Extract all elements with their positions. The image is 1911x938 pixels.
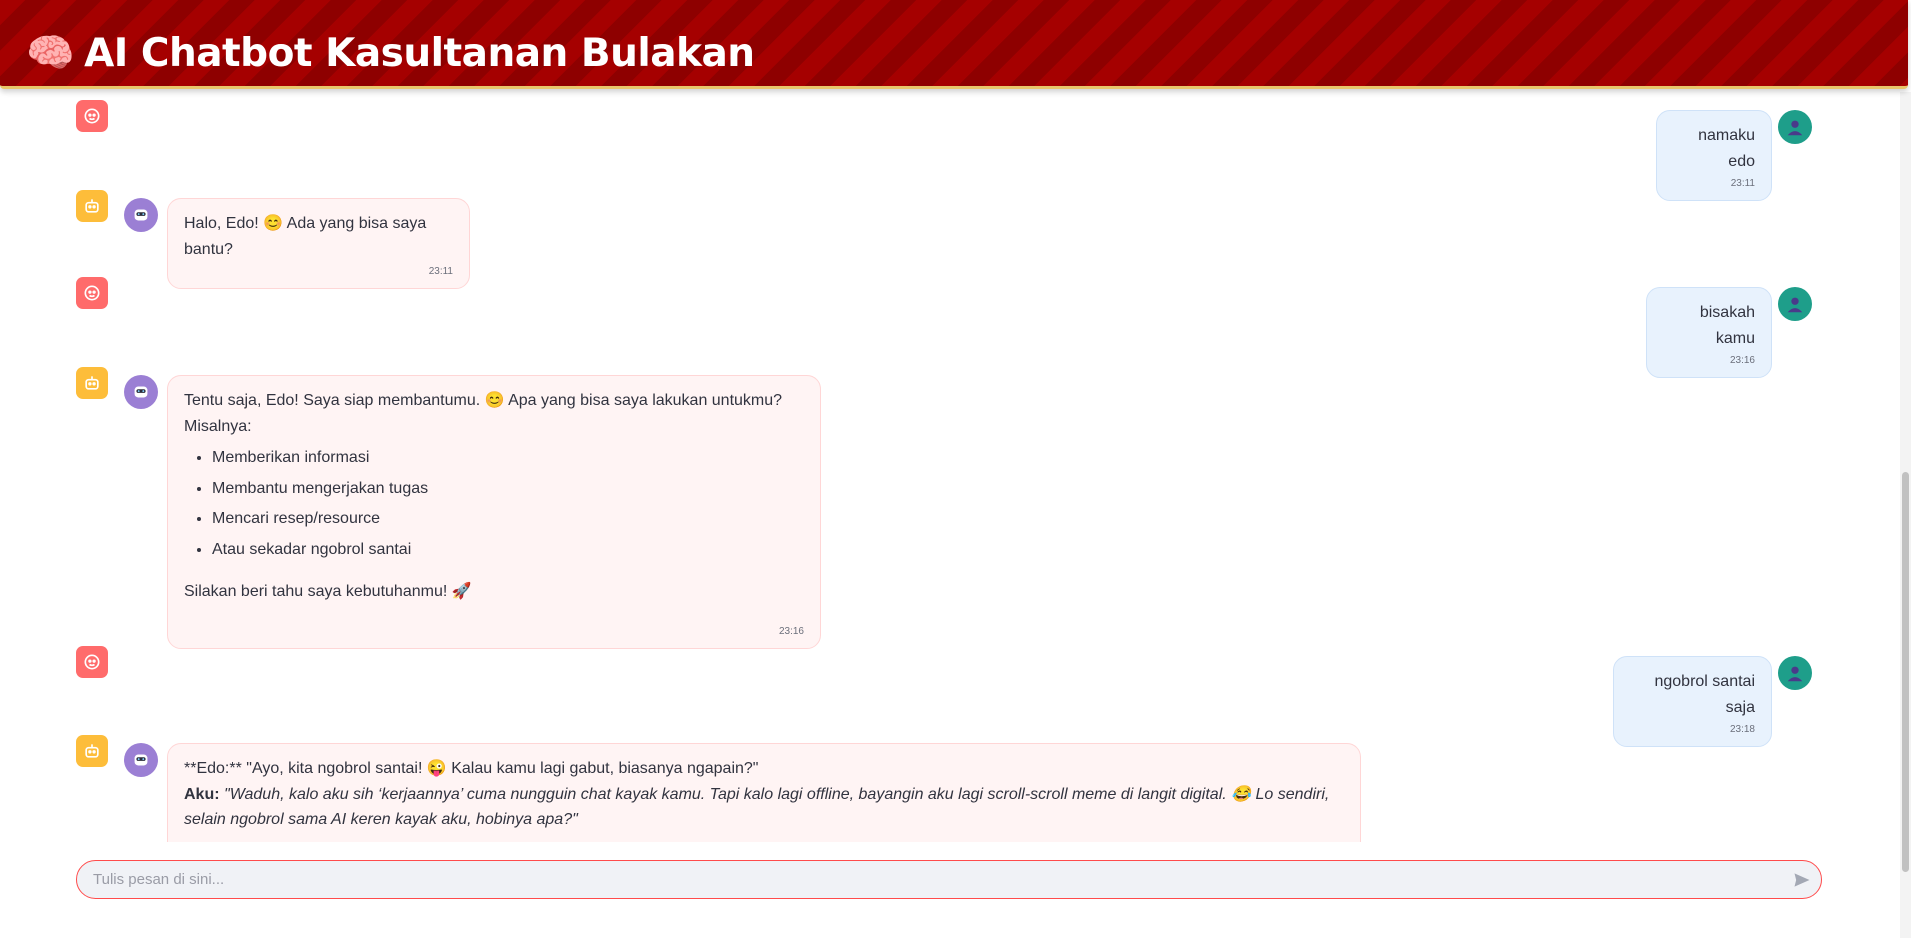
list-item: Atau sekadar ngobrol santai (212, 537, 804, 563)
message-time: 23:11 (428, 266, 453, 278)
assistant-role-icon (76, 367, 108, 399)
assistant-avatar (124, 375, 158, 409)
user-avatar (1778, 110, 1812, 144)
user-avatar (1778, 656, 1812, 690)
chat-history[interactable]: namaku edo 23:11 Halo, Edo! 😊 Ada yang b… (0, 92, 1900, 842)
scrollbar-thumb[interactable] (1902, 472, 1909, 872)
user-message: namaku edo 23:11 (1656, 110, 1772, 202)
assistant-message: Tentu saja, Edo! Saya siap membantumu. 😊… (167, 375, 821, 650)
assistant-message: Halo, Edo! 😊 Ada yang bisa saya bantu? 2… (167, 198, 470, 290)
assistant-avatar (124, 743, 158, 777)
user-role-icon (76, 646, 108, 678)
speaker-text: "Waduh, kalo aku sih ‘kerjaannya’ cuma n… (184, 785, 1330, 829)
message-intro: Tentu saja, Edo! Saya siap membantumu. 😊… (184, 392, 783, 435)
user-message: ngobrol santai saja 23:18 (1613, 656, 1772, 748)
message-line: Aku: "Waduh, kalo aku sih ‘kerjaannya’ c… (184, 782, 1344, 833)
list-item: Memberikan informasi (212, 445, 804, 471)
app-header: 🧠 AI Chatbot Kasultanan Bulakan (0, 0, 1908, 89)
message-time: 23:11 (1730, 178, 1755, 190)
message-text: Halo, Edo! 😊 Ada yang bisa saya bantu? (184, 215, 427, 258)
list-item: Membantu mengerjakan tugas (212, 476, 804, 502)
message-text: bisakah kamu (1699, 304, 1755, 347)
list-item: Mencari resep/resource (212, 506, 804, 532)
user-role-icon (76, 100, 108, 132)
user-role-icon (76, 277, 108, 309)
message-text: namaku edo (1698, 127, 1755, 170)
page-title: 🧠 AI Chatbot Kasultanan Bulakan (26, 30, 755, 76)
send-icon (1794, 872, 1810, 887)
chat-input-container (76, 860, 1822, 899)
message-text: ngobrol santai saja (1654, 673, 1755, 716)
assistant-avatar (124, 198, 158, 232)
chat-input[interactable] (77, 861, 1783, 898)
user-message: bisakah kamu 23:16 (1646, 287, 1772, 379)
message-time: 23:16 (1729, 355, 1755, 367)
assistant-role-icon (76, 735, 108, 767)
brain-icon: 🧠 (26, 31, 75, 76)
message-time: 23:18 (1729, 724, 1755, 736)
user-avatar (1778, 287, 1812, 321)
page-title-text: AI Chatbot Kasultanan Bulakan (84, 31, 755, 76)
suggestion-list: Memberikan informasi Membantu mengerjaka… (184, 445, 804, 562)
send-button[interactable] (1783, 861, 1821, 899)
message-outro: Silakan beri tahu saya kebutuhanmu! 🚀 (184, 582, 472, 600)
message-line: **Edo:** "Ayo, kita ngobrol santai! 😜 Ka… (184, 760, 759, 777)
message-time: 23:16 (778, 626, 804, 638)
scrollbar[interactable] (1900, 92, 1911, 938)
assistant-message: **Edo:** "Ayo, kita ngobrol santai! 😜 Ka… (167, 743, 1361, 842)
speaker-label: Aku: (184, 785, 220, 803)
assistant-role-icon (76, 190, 108, 222)
